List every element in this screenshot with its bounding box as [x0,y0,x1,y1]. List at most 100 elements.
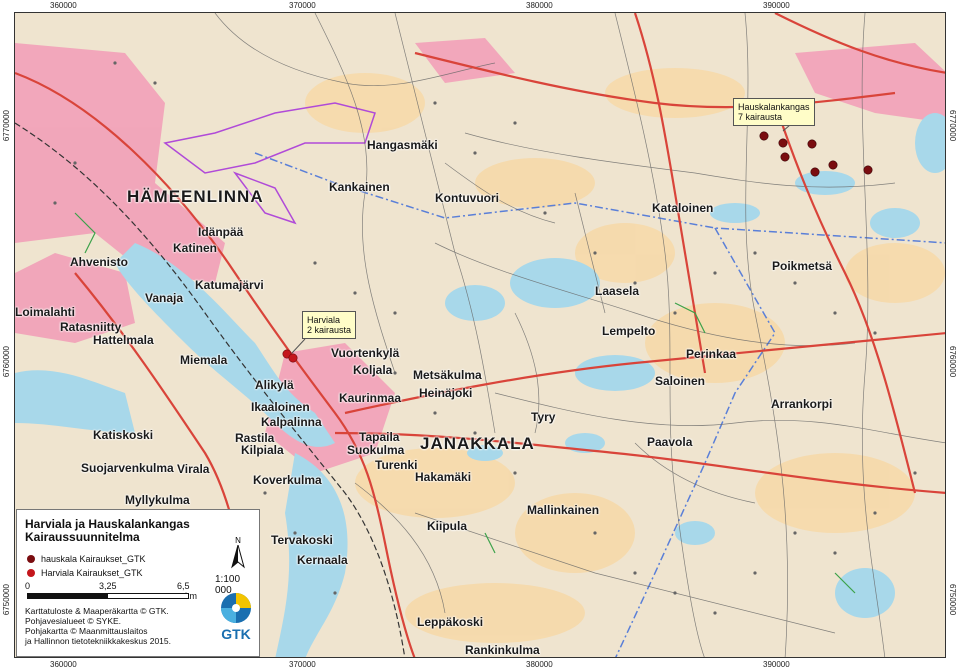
place-label: Tapaila [359,430,400,444]
place-label: Saloinen [655,374,706,388]
place-label: Ahvenisto [70,255,129,269]
place-label: Metsäkulma [413,368,482,382]
grid-label-x: 380000 [526,660,553,669]
hauskala-callout: Hauskalankangas 7 kairausta [733,98,815,126]
map-credits: Karttatuloste & Maaperäkartta © GTK. Poh… [25,606,171,646]
place-label: HÄMEENLINNA [127,187,264,206]
gtk-logo: GTK [213,590,259,647]
scale-tick-label: 6,5 [177,581,190,591]
hauskala-borehole-marker [759,131,769,141]
callout-count: 7 kairausta [738,112,783,122]
legend-item-label: Harviala Kairaukset_GTK [41,568,143,578]
place-label: Kilpiala [241,443,284,457]
hauskala-marker-swatch [27,555,35,563]
place-label: Katiskoski [93,428,154,442]
place-label: Hattelmala [93,333,154,347]
place-label: Kataloinen [652,201,714,215]
grid-label-y: 6770000 [948,110,957,142]
credit-line: Pohjavesialueet © SYKE. [25,616,122,626]
credit-line: Karttatuloste & Maaperäkartta © GTK. [25,606,169,616]
place-label: Suojarvenkulma [81,461,174,475]
place-label: Idänpää [198,225,244,239]
place-label: Kiipula [427,519,468,533]
place-label: Suokulma [347,443,405,457]
north-label: N [235,536,241,545]
place-label: Koljala [353,363,393,377]
hauskala-borehole-marker [828,160,838,170]
place-label: Leppäkoski [417,615,484,629]
place-label: Tervakoski [271,533,333,547]
place-label: Turenki [375,458,418,472]
place-label: Alikylä [255,378,294,392]
harviala-borehole-marker [288,353,298,363]
credit-line: ja Hallinnon tietotekniikkakeskus 2015. [25,636,172,646]
legend-subtitle-line: Kairaussuunnitelma [25,530,140,544]
gtk-logo-icon: GTK [221,593,251,642]
north-arrow-graphic [231,543,245,569]
place-label: Lempelto [602,324,656,338]
place-label: Kankainen [329,180,390,194]
grid-label-x: 390000 [763,1,790,10]
place-label: Laasela [595,284,640,298]
map-frame: 360000 370000 380000 390000 360000 37000… [0,0,959,670]
place-label: Myllykulma [125,493,190,507]
harviala-marker-swatch [27,569,35,577]
legend-panel: Harviala ja Hauskalankangas Kairaussuunn… [16,509,260,657]
place-label: Hangasmäki [367,138,438,152]
place-label: Arrankorpi [771,397,833,411]
place-label: Rankinkulma [465,643,540,657]
gtk-logo-text: GTK [221,626,251,642]
grid-label-x: 360000 [50,660,77,669]
callout-title: Harviala [307,315,341,325]
place-label: Koverkulma [253,473,322,487]
grid-label-x: 370000 [289,1,316,10]
place-label: Vuortenkylä [331,346,400,360]
place-label: Katinen [173,241,218,255]
harviala-callout: Harviala 2 kairausta [302,311,357,339]
grid-label-x: 380000 [526,1,553,10]
grid-label-y: 6760000 [948,346,957,378]
credit-line: Pohjakartta © Maanmittauslaitos [25,626,148,636]
place-label: Ratasniitty [60,320,122,334]
place-label: Perinkaa [686,347,737,361]
place-label: Hakamäki [415,470,472,484]
hauskala-borehole-marker [810,167,820,177]
hauskala-borehole-marker [778,138,788,148]
grid-label-y: 6770000 [2,110,11,142]
grid-label-x: 360000 [50,1,77,10]
north-arrow-icon: N [231,536,245,574]
grid-label-x: 370000 [289,660,316,669]
legend-item-hauskala: hauskala Kairaukset_GTK [27,554,146,564]
place-label: Kalpalinna [261,415,322,429]
scale-tick-label: 0 [25,581,31,591]
place-label: Kaurinmaa [339,391,402,405]
scale-tick-label: 3,25 [99,581,117,591]
place-label: Vanaja [145,291,184,305]
scale-bar-labels: 0 3,25 6,5 km [25,581,205,601]
place-label: JANAKKALA [420,434,535,453]
scale-bar [27,593,189,599]
hauskala-borehole-marker [807,139,817,149]
legend-item-label: hauskala Kairaukset_GTK [41,554,146,564]
hauskala-borehole-marker [780,152,790,162]
place-label: Mallinkainen [527,503,600,517]
callout-title: Hauskalankangas [738,102,810,112]
place-label: Miemala [180,353,228,367]
place-label: Katumajärvi [195,278,264,292]
callout-count: 2 kairausta [307,325,352,335]
place-label: Ikaaloinen [251,400,310,414]
hauskala-borehole-marker [863,165,873,175]
place-label: Loimalahti [15,305,76,319]
grid-label-x: 390000 [763,660,790,669]
grid-label-y: 6760000 [2,346,11,378]
grid-label-y: 6750000 [2,584,11,616]
place-label: Kernaala [297,553,348,567]
legend-title: Harviala ja Hauskalankangas Kairaussuunn… [25,518,215,544]
grid-label-y: 6750000 [948,584,957,616]
place-label: Virala [177,462,210,476]
place-label: Tyry [531,410,556,424]
place-label: Paavola [647,435,693,449]
legend-item-harviala: Harviala Kairaukset_GTK [27,568,143,578]
place-label: Heinäjoki [419,386,473,400]
place-label: Kontuvuori [435,191,499,205]
